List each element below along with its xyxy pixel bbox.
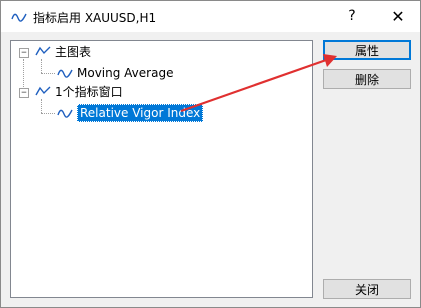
tree-connector bbox=[41, 99, 42, 113]
indicators-dialog: 指标启用 XAUUSD,H1 ? ✕ − 主图表 Moving Average … bbox=[0, 0, 421, 308]
indicator-icon bbox=[57, 109, 73, 118]
tree-connector bbox=[41, 59, 42, 73]
tree-item-label: 1个指标窗口 bbox=[55, 85, 123, 99]
chart-window-icon bbox=[35, 46, 51, 56]
tree-connector bbox=[41, 73, 55, 74]
properties-button[interactable]: 属性 bbox=[323, 40, 411, 60]
indicator-tree[interactable]: − 主图表 Moving Average − 1个指标窗口 Relative V… bbox=[10, 40, 313, 298]
title-bar: 指标启用 XAUUSD,H1 ? ✕ bbox=[1, 1, 420, 32]
delete-button[interactable]: 删除 bbox=[323, 69, 411, 89]
indicator-icon bbox=[57, 69, 73, 78]
chart-window-icon bbox=[35, 86, 51, 96]
indicator-icon bbox=[11, 13, 27, 22]
window-title: 指标启用 XAUUSD,H1 bbox=[33, 11, 157, 25]
help-button[interactable]: ? bbox=[330, 1, 374, 32]
close-icon[interactable]: ✕ bbox=[376, 1, 420, 32]
collapse-main-chart-icon[interactable]: − bbox=[19, 48, 29, 58]
close-button[interactable]: 关闭 bbox=[323, 279, 411, 299]
collapse-indicator-window-icon[interactable]: − bbox=[19, 88, 29, 98]
tree-item-label: Moving Average bbox=[77, 66, 174, 80]
tree-item-label: Relative Vigor Index bbox=[77, 104, 204, 122]
tree-connector bbox=[41, 113, 55, 114]
tree-item-label: 主图表 bbox=[55, 45, 92, 59]
